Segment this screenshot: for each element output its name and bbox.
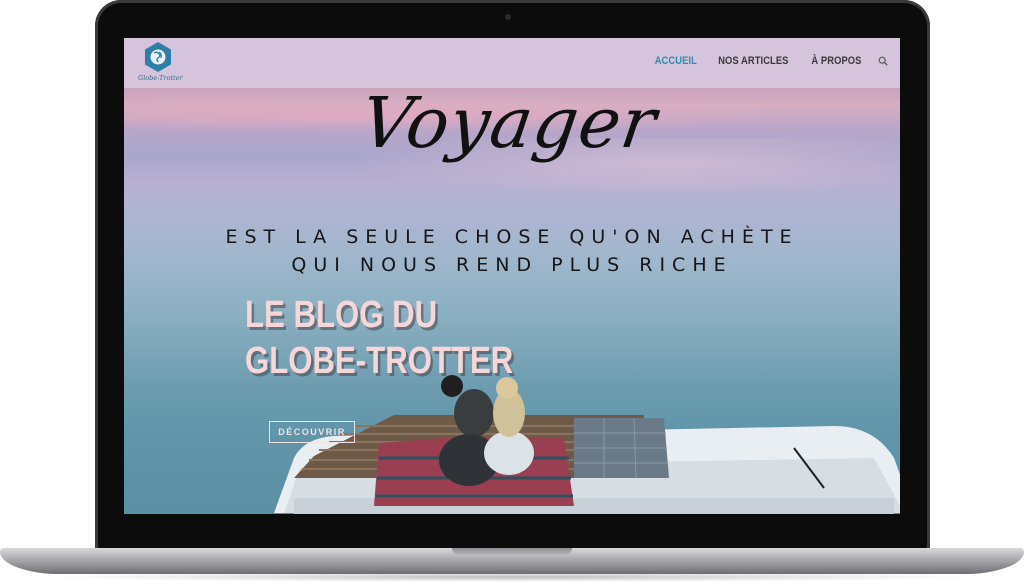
hero-section: Voyager EST LA SEULE CHOSE QU'ON ACHÈTE … bbox=[124, 82, 900, 514]
nav-a-propos[interactable]: À PROPOS bbox=[812, 55, 862, 67]
main-nav: ACCUEIL NOS ARTICLES À PROPOS bbox=[651, 55, 888, 67]
nav-accueil[interactable]: ACCUEIL bbox=[655, 55, 697, 67]
browser-screen: Globe-Trotter ACCUEIL NOS ARTICLES À PRO… bbox=[124, 38, 900, 514]
hero-script-title: Voyager bbox=[356, 82, 662, 164]
site-logo[interactable]: Globe-Trotter bbox=[138, 41, 183, 85]
nav-nos-articles[interactable]: NOS ARTICLES bbox=[719, 55, 789, 67]
blog-title: LE BLOG DU GLOBE-TROTTER bbox=[245, 294, 514, 382]
globe-logo-icon bbox=[145, 42, 171, 72]
logo-text: Globe-Trotter bbox=[138, 74, 183, 82]
laptop-notch bbox=[452, 548, 572, 555]
hero-tagline-line2: QUI NOUS REND PLUS RICHE bbox=[291, 254, 733, 276]
hero-tagline-line1: EST LA SEULE CHOSE QU'ON ACHÈTE bbox=[225, 226, 799, 248]
camera-dot bbox=[505, 14, 511, 20]
search-icon[interactable] bbox=[878, 56, 888, 66]
discover-button[interactable]: DÉCOUVRIR bbox=[269, 421, 355, 443]
site-header: Globe-Trotter ACCUEIL NOS ARTICLES À PRO… bbox=[124, 38, 900, 88]
